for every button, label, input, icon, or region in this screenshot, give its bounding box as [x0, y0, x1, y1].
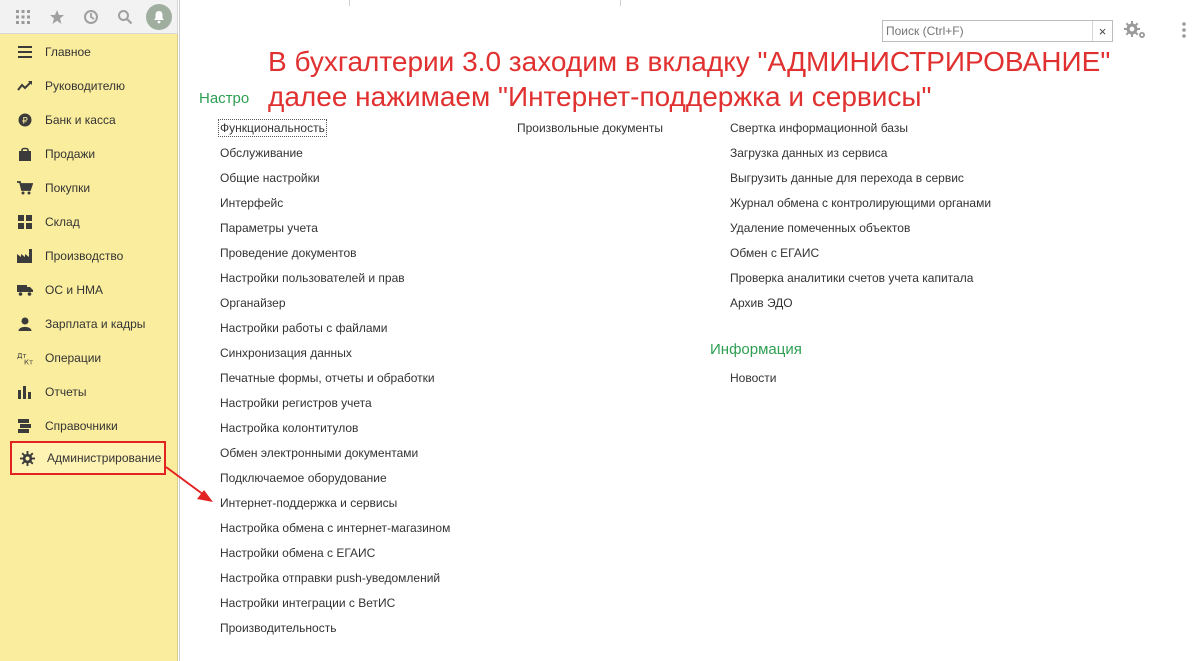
shopping-bag-icon: [16, 145, 34, 163]
sidebar-item-label: Администрирование: [47, 451, 162, 465]
nav-link[interactable]: Произвольные документы: [517, 121, 663, 135]
top-toolbar: [0, 0, 178, 34]
sidebar-item-label: Производство: [45, 249, 124, 263]
history-icon[interactable]: [74, 0, 108, 34]
menu-list-icon: [16, 43, 34, 61]
nav-link[interactable]: Параметры учета: [220, 221, 318, 235]
nav-link[interactable]: Настройки регистров учета: [220, 396, 372, 410]
nav-link[interactable]: Проверка аналитики счетов учета капитала: [730, 271, 973, 285]
nav-link[interactable]: Обмен с ЕГАИС: [730, 246, 819, 260]
nav-link[interactable]: Настройка обмена с интернет-магазином: [220, 521, 450, 535]
nav-link[interactable]: Интерфейс: [220, 196, 283, 210]
favorites-star-icon[interactable]: [40, 0, 74, 34]
sidebar-item-manager[interactable]: Руководителю: [0, 71, 178, 101]
truck-icon: [16, 281, 34, 299]
nav-link[interactable]: Настройки пользователей и прав: [220, 271, 405, 285]
nav-link[interactable]: Подключаемое оборудование: [220, 471, 387, 485]
sidebar-item-production[interactable]: Производство: [0, 241, 178, 271]
nav-link[interactable]: Журнал обмена с контролирующими органами: [730, 196, 991, 210]
annotation-line-1: В бухгалтерии 3.0 заходим в вкладку "АДМ…: [268, 46, 1111, 77]
nav-link[interactable]: Выгрузить данные для перехода в сервис: [730, 171, 964, 185]
sidebar-item-label: Главное: [45, 45, 91, 59]
clear-search-button[interactable]: ×: [1092, 21, 1112, 41]
nav-link[interactable]: Настройка колонтитулов: [220, 421, 358, 435]
cart-icon: [16, 179, 34, 197]
factory-icon: [16, 247, 34, 265]
app-window: Главное Руководителю ₽ Банк и касса Прод…: [0, 0, 1200, 661]
nav-link[interactable]: Проведение документов: [220, 246, 357, 260]
sidebar-item-reports[interactable]: Отчеты: [0, 377, 178, 407]
sidebar-item-administration[interactable]: Администрирование: [10, 441, 166, 475]
nav-link[interactable]: Настройки работы с файлами: [220, 321, 387, 335]
group-title-information: Информация: [710, 341, 802, 358]
tab-separator: [349, 0, 350, 6]
nav-link[interactable]: Общие настройки: [220, 171, 320, 185]
nav-link[interactable]: Функциональность: [218, 119, 327, 137]
nav-link[interactable]: Обмен электронными документами: [220, 446, 418, 460]
nav-link[interactable]: Архив ЭДО: [730, 296, 793, 310]
annotation-line-2: далее нажимаем "Интернет-поддержка и сер…: [268, 81, 932, 112]
apps-grid-icon[interactable]: [6, 0, 40, 34]
nav-link[interactable]: Настройки интеграции с ВетИС: [220, 596, 395, 610]
sidebar-item-operations[interactable]: Дт Кт Операции: [0, 343, 178, 373]
nav-link[interactable]: Свертка информационной базы: [730, 121, 908, 135]
tab-separator: [620, 0, 621, 6]
sidebar-item-label: Зарплата и кадры: [45, 317, 146, 331]
svg-text:Кт: Кт: [24, 359, 33, 366]
search-input[interactable]: [883, 21, 1092, 41]
more-vertical-icon[interactable]: [1175, 18, 1193, 42]
books-icon: [16, 417, 34, 435]
sidebar-item-label: Руководителю: [45, 79, 126, 93]
nav-link[interactable]: Синхронизация данных: [220, 346, 352, 360]
settings-gear-icon[interactable]: [1123, 18, 1149, 42]
sidebar-item-main[interactable]: Главное: [0, 37, 178, 67]
tab-strip: [179, 0, 1200, 6]
sidebar-item-label: Склад: [45, 215, 80, 229]
nav-link[interactable]: Интернет-поддержка и сервисы: [220, 496, 397, 510]
dt-kt-icon: Дт Кт: [16, 349, 34, 367]
warehouse-boxes-icon: [16, 213, 34, 231]
sidebar-item-label: Отчеты: [45, 385, 87, 399]
nav-link[interactable]: Загрузка данных из сервиса: [730, 146, 887, 160]
svg-text:₽: ₽: [22, 117, 28, 127]
sidebar-item-label: Продажи: [45, 147, 96, 161]
group-title-settings: Настро: [199, 90, 250, 107]
sidebar-item-fixed-assets[interactable]: ОС и НМА: [0, 275, 178, 305]
ruble-coin-icon: ₽: [16, 111, 34, 129]
bar-chart-icon: [16, 383, 34, 401]
sidebar-item-bank[interactable]: ₽ Банк и касса: [0, 105, 178, 135]
nav-link[interactable]: Производительность: [220, 621, 336, 635]
sidebar-item-purchases[interactable]: Покупки: [0, 173, 178, 203]
sidebar: Главное Руководителю ₽ Банк и касса Прод…: [0, 34, 178, 661]
nav-link[interactable]: Удаление помеченных объектов: [730, 221, 910, 235]
sidebar-item-warehouse[interactable]: Склад: [0, 207, 178, 237]
person-icon: [16, 315, 34, 333]
sidebar-item-label: Справочники: [45, 419, 118, 433]
sidebar-item-label: Покупки: [45, 181, 91, 195]
nav-link[interactable]: Настройки обмена с ЕГАИС: [220, 546, 375, 560]
sidebar-item-label: ОС и НМА: [45, 283, 104, 297]
search-icon[interactable]: [108, 0, 142, 34]
nav-link[interactable]: Настройка отправки push-уведомлений: [220, 571, 440, 585]
sidebar-item-label: Операции: [45, 351, 102, 365]
search-box: ×: [882, 20, 1113, 42]
sidebar-item-catalogs[interactable]: Справочники: [0, 411, 178, 441]
nav-link[interactable]: Органайзер: [220, 296, 286, 310]
nav-link[interactable]: Печатные формы, отчеты и обработки: [220, 371, 435, 385]
notifications-bell-icon[interactable]: [146, 3, 172, 30]
instruction-annotation: В бухгалтерии 3.0 заходим в вкладку "АДМ…: [268, 44, 1110, 114]
nav-link[interactable]: Новости: [730, 371, 776, 385]
gear-icon: [18, 449, 36, 467]
sidebar-item-label: Банк и касса: [45, 113, 116, 127]
trend-chart-icon: [16, 77, 34, 95]
sidebar-item-sales[interactable]: Продажи: [0, 139, 178, 169]
panel-divider: [179, 0, 180, 661]
nav-link[interactable]: Обслуживание: [220, 146, 303, 160]
sidebar-item-payroll[interactable]: Зарплата и кадры: [0, 309, 178, 339]
